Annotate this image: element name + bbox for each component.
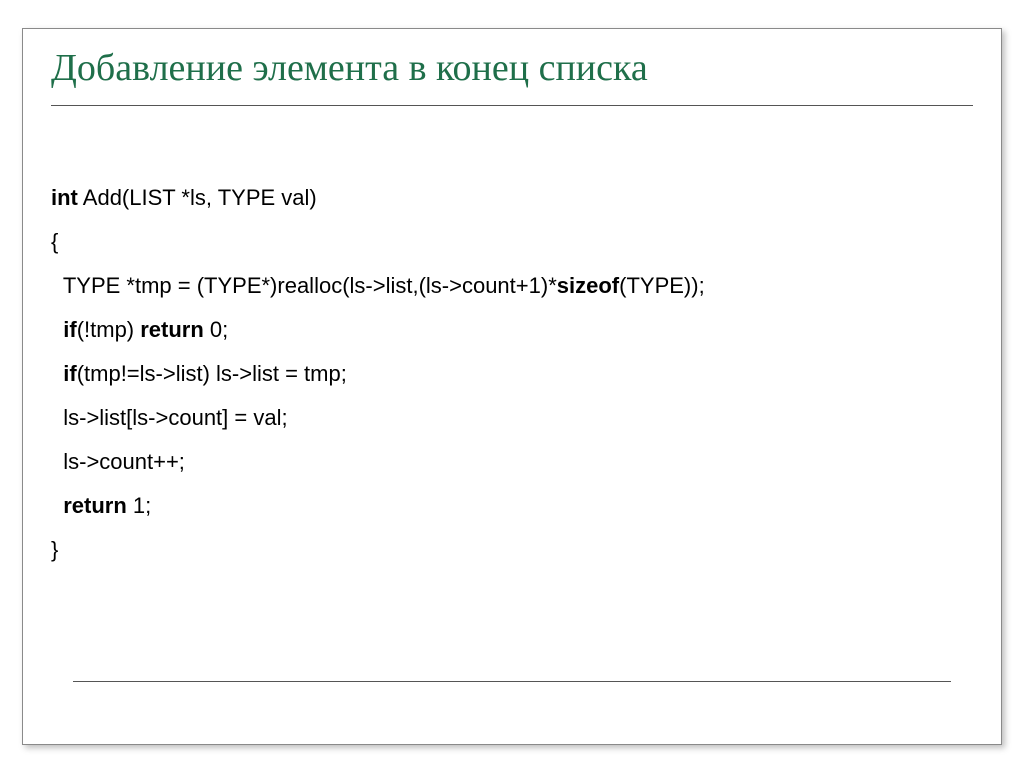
slide-title: Добавление элемента в конец списка	[51, 47, 973, 91]
title-divider	[51, 105, 973, 106]
code-text: (!tmp)	[77, 317, 141, 342]
code-text	[51, 361, 63, 386]
code-text	[51, 317, 63, 342]
code-line-7: ls->count++;	[51, 440, 973, 484]
code-line-8: return 1;	[51, 484, 973, 528]
code-text: 1;	[127, 493, 151, 518]
code-text: (tmp!=ls->list) ls->list = tmp;	[77, 361, 347, 386]
code-line-5: if(tmp!=ls->list) ls->list = tmp;	[51, 352, 973, 396]
code-text	[51, 493, 63, 518]
code-line-1: int Add(LIST *ls, TYPE val)	[51, 176, 973, 220]
keyword-if: if	[63, 361, 76, 386]
keyword-if: if	[63, 317, 76, 342]
code-line-9: }	[51, 528, 973, 572]
footer-divider	[73, 681, 951, 682]
code-text: TYPE *tmp = (TYPE*)realloc(ls->list,(ls-…	[51, 273, 557, 298]
keyword-return: return	[63, 493, 127, 518]
code-text: (TYPE));	[619, 273, 705, 298]
keyword-sizeof: sizeof	[557, 273, 619, 298]
code-line-2: {	[51, 220, 973, 264]
keyword-int: int	[51, 185, 78, 210]
code-block: int Add(LIST *ls, TYPE val) { TYPE *tmp …	[51, 176, 973, 572]
slide-frame: Добавление элемента в конец списка int A…	[22, 28, 1002, 745]
code-text: 0;	[204, 317, 228, 342]
keyword-return: return	[140, 317, 204, 342]
code-line-6: ls->list[ls->count] = val;	[51, 396, 973, 440]
code-text: Add(LIST *ls, TYPE val)	[78, 185, 317, 210]
code-line-3: TYPE *tmp = (TYPE*)realloc(ls->list,(ls-…	[51, 264, 973, 308]
code-line-4: if(!tmp) return 0;	[51, 308, 973, 352]
slide: Добавление элемента в конец списка int A…	[0, 0, 1024, 767]
